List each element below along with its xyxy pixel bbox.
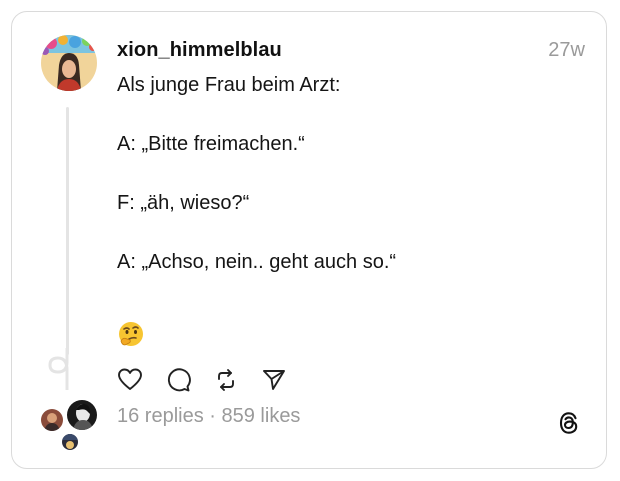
timestamp: 27w [548,39,585,61]
post-stats: 16 replies · 859 likes [117,405,300,428]
heart-icon[interactable] [117,367,143,393]
reply-avatar-image [41,409,63,431]
post-line: Als junge Frau beim Arzt: [117,74,341,96]
avatar-image [41,35,97,91]
username[interactable]: xion_himmelblau [117,39,282,62]
reply-avatar[interactable] [39,407,65,433]
reply-avatar-image [67,400,97,430]
repost-icon[interactable] [213,367,239,393]
post-line: F: „äh, wieso?“ [117,192,250,214]
reply-avatar[interactable] [60,432,80,452]
post-line: A: „Bitte freimachen.“ [117,133,305,155]
avatar[interactable] [41,35,97,91]
post-line [117,219,557,249]
post-line [117,160,557,190]
thread-line [66,107,69,355]
thinking-face-icon [119,322,143,346]
stats-separator: · [203,405,222,427]
thread-loop-icon [48,348,69,390]
likes-count[interactable]: 859 likes [222,405,301,427]
post-body: Als junge Frau beim Arzt: A: „Bitte frei… [117,71,557,278]
post-line: A: „Achso, nein.. geht auch so.“ [117,251,397,273]
reply-avatar-image [62,434,78,450]
post-line [117,101,557,131]
comment-icon[interactable] [165,367,191,393]
threads-logo-icon[interactable] [556,410,582,436]
reply-avatar[interactable] [65,398,99,432]
send-icon[interactable] [261,367,287,393]
replies-count[interactable]: 16 replies [117,405,204,427]
